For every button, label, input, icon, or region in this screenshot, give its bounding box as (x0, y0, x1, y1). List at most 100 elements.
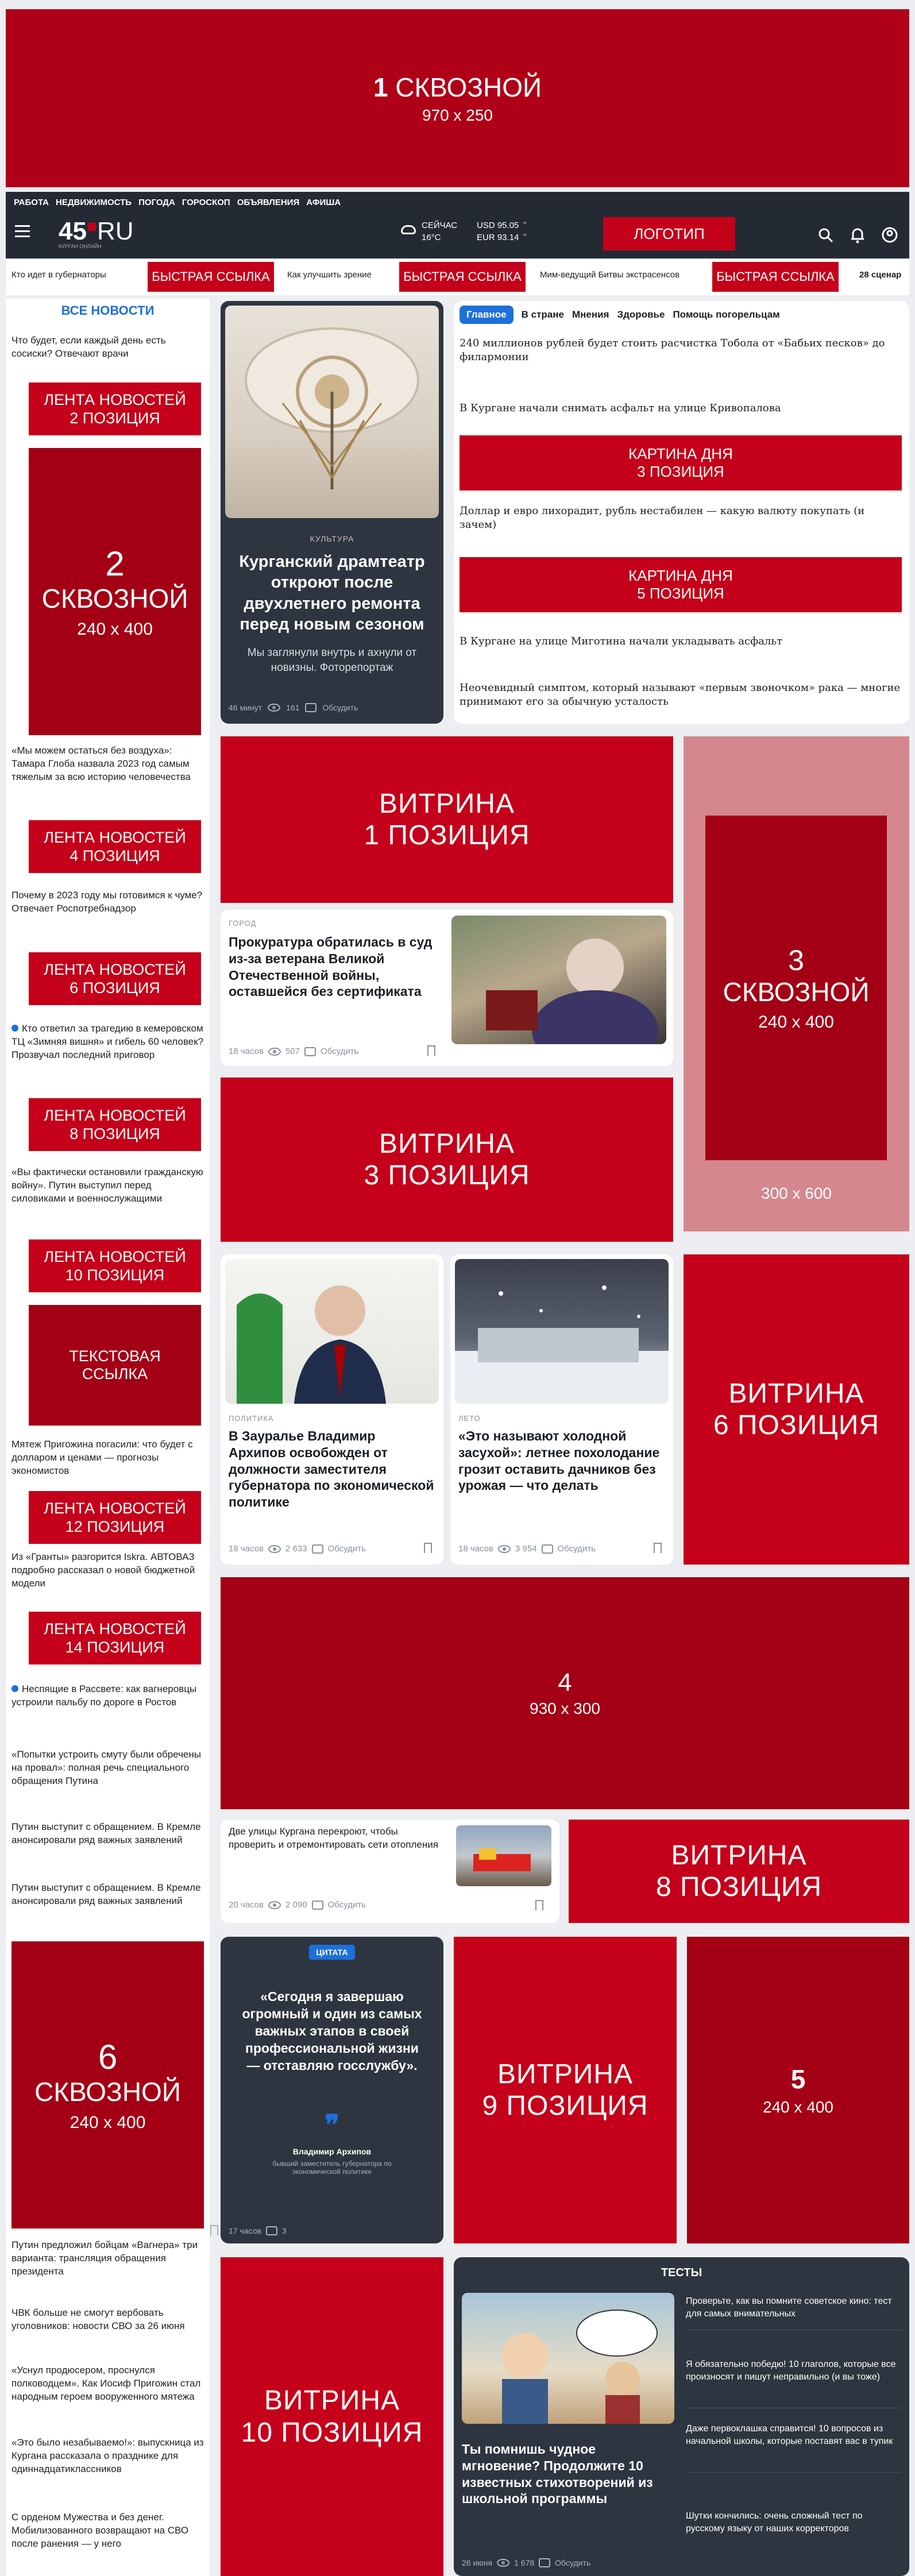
site-header: РАБОТА НЕДВИЖИМОСТЬ ПОГОДА ГОРОСКОП ОБЪЯ… (6, 192, 909, 258)
bookmark-icon[interactable] (654, 1543, 662, 1553)
story-comments[interactable]: Обсудить (328, 1544, 366, 1554)
quicklink-ad-3[interactable]: БЫСТРАЯ ССЫЛКА (712, 262, 839, 292)
nav-horoscope[interactable]: ГОРОСКОП (182, 198, 230, 207)
headline[interactable]: Неочевидный симптом, который называют «п… (460, 681, 902, 709)
story-comments[interactable]: Обсудить (558, 1544, 596, 1554)
vitrina-8[interactable]: ВИТРИНА 8 ПОЗИЦИЯ (569, 1820, 909, 1923)
news-item[interactable]: Путин выступит с обращением. В Кремле ан… (11, 1821, 204, 1847)
tests-main-title[interactable]: Ты помнишь чудное мгновение? Продолжите … (462, 2441, 674, 2507)
bookmark-icon[interactable] (427, 1045, 435, 1056)
weather-widget[interactable]: СЕЙЧАС 16°C (422, 219, 457, 244)
story-card[interactable]: Две улицы Кургана перекроют, чтобы прове… (221, 1820, 559, 1923)
text-link-ad[interactable]: ТЕКСТОВАЯ ССЫЛКА (29, 1305, 201, 1426)
vitrina-6[interactable]: ВИТРИНА 6 ПОЗИЦИЯ (684, 1254, 909, 1565)
tests-comments[interactable]: Обсудить (555, 2558, 590, 2567)
tab-health[interactable]: Здоровье (617, 306, 665, 324)
test-item[interactable]: Я обязательно победю! 10 глаголов, котор… (686, 2358, 901, 2383)
feature-card[interactable]: КУЛЬТУРА Курганский драмтеатр откроют по… (221, 301, 443, 724)
news-item[interactable]: Что будет, если каждый день есть сосиски… (11, 334, 204, 361)
vitrina-3[interactable]: ВИТРИНА 3 ПОЗИЦИЯ (221, 1077, 673, 1242)
vitrina-10[interactable]: ВИТРИНА 10 ПОЗИЦИЯ (221, 2257, 443, 2576)
comment-icon (541, 1544, 553, 1554)
story-comments[interactable]: Обсудить (328, 1900, 366, 1910)
headline[interactable]: В Кургане начали снимать асфальт на улиц… (460, 402, 902, 414)
story-card[interactable]: ГОРОД Прокуратура обратилась в суд из-за… (221, 910, 673, 1066)
ad-3-skvoznoy[interactable]: 3 СКВОЗНОЙ 240 x 400 (705, 816, 887, 1160)
logo-ad-button[interactable]: ЛОГОТИП (603, 217, 735, 250)
bookmark-icon[interactable] (210, 2225, 218, 2235)
quote-card[interactable]: ЦИТАТА «Сегодня я завершаю огромный и од… (210, 1937, 443, 2243)
headline[interactable]: 240 миллионов рублей будет стоить расчис… (460, 337, 902, 365)
test-item[interactable]: Проверьте, как вы помните советское кино… (686, 2295, 901, 2320)
quicklink-ad-2[interactable]: БЫСТРАЯ ССЫЛКА (399, 262, 526, 292)
story-card[interactable]: ПОЛИТИКА В Зауралье Владимир Архипов осв… (221, 1254, 443, 1565)
news-item[interactable]: Путин выступит с обращением. В Кремле ан… (11, 1882, 204, 1908)
feed-ad-10[interactable]: ЛЕНТА НОВОСТЕЙ 10 ПОЗИЦИЯ (29, 1239, 201, 1292)
vitrina-9[interactable]: ВИТРИНА 9 ПОЗИЦИЯ (454, 1937, 677, 2243)
nav-realty[interactable]: НЕДВИЖИМОСТЬ (56, 198, 132, 207)
feed-ad-2[interactable]: ЛЕНТА НОВОСТЕЙ 2 ПОЗИЦИЯ (29, 383, 201, 435)
tab-main[interactable]: Главное (460, 306, 514, 324)
bell-icon[interactable] (850, 226, 865, 244)
bookmark-icon[interactable] (535, 1900, 543, 1910)
ad-2-skvoznoy[interactable]: 2 СКВОЗНОЙ 240 x 400 (29, 448, 201, 735)
news-item[interactable]: Из «Гранты» разгорится Iskra. АВТОВАЗ по… (11, 1551, 204, 1590)
vitrina-1[interactable]: ВИТРИНА 1 ПОЗИЦИЯ (221, 736, 673, 903)
nav-work[interactable]: РАБОТА (14, 198, 49, 207)
ad-4-skvoznoy[interactable]: 4 930 x 300 (221, 1577, 909, 1809)
quicklink-1[interactable]: Кто идет в губернаторы (11, 270, 132, 280)
news-item[interactable]: ЧВК больше не смогут вербовать уголовник… (11, 2307, 204, 2333)
user-icon[interactable] (881, 226, 898, 244)
search-icon[interactable] (818, 227, 834, 244)
feed-ad-14[interactable]: ЛЕНТА НОВОСТЕЙ 14 ПОЗИЦИЯ (29, 1612, 201, 1664)
tab-opinions[interactable]: Мнения (572, 306, 609, 324)
feed-ad-12[interactable]: ЛЕНТА НОВОСТЕЙ 12 ПОЗИЦИЯ (29, 1491, 201, 1544)
kartina-dnya-3[interactable]: КАРТИНА ДНЯ 3 ПОЗИЦИЯ (460, 435, 902, 491)
kartina-dnya-5[interactable]: КАРТИНА ДНЯ 5 ПОЗИЦИЯ (460, 557, 902, 612)
nav-afisha[interactable]: АФИША (306, 198, 341, 207)
menu-icon[interactable] (15, 225, 30, 237)
top-ad-banner[interactable]: 1 СКВОЗНОЙ 970 x 250 (6, 9, 909, 187)
news-item[interactable]: «Уснул продюсером, проснулся полководцем… (11, 2364, 204, 2404)
quicklink-ad-1[interactable]: БЫСТРАЯ ССЫЛКА (148, 262, 274, 292)
test-item[interactable]: Шутки кончились: очень сложный тест по р… (686, 2510, 901, 2535)
news-item[interactable]: «Это было незабываемо!»: выпускница из К… (11, 2436, 204, 2476)
ad-number: 2 (105, 544, 125, 584)
story-comments[interactable]: Обсудить (321, 1046, 358, 1056)
logo[interactable]: 45 RU КУРГАН ОНЛАЙН (59, 217, 134, 249)
ad-6-skvoznoy[interactable]: 6 СКВОЗНОЙ 240 x 400 (11, 1941, 204, 2229)
news-item[interactable]: Путин предложил бойцам «Вагнера» три вар… (11, 2239, 204, 2278)
quicklink-3[interactable]: Мим-ведущий Битвы экстрасенсов (540, 270, 712, 280)
bookmark-icon[interactable] (424, 1543, 432, 1553)
news-item[interactable]: Неспящие в Рассвете: как вагнеровцы устр… (11, 1683, 204, 1709)
ad-3-outer[interactable]: 3 СКВОЗНОЙ 240 x 400 300 x 600 (684, 736, 909, 1231)
headline[interactable]: В Кургане на улице Миготина начали уклад… (460, 635, 902, 647)
tab-country[interactable]: В стране (522, 306, 564, 324)
news-item[interactable]: Почему в 2023 году мы готовимся к чуме? … (11, 889, 204, 916)
ad-number: 4 (558, 1669, 572, 1697)
story-card[interactable]: ЛЕТО «Это называют холодной засухой»: ле… (450, 1254, 673, 1565)
tab-help[interactable]: Помощь погорельцам (673, 306, 779, 324)
feature-comments[interactable]: Обсудить (322, 703, 358, 712)
news-item[interactable]: «Мы можем остаться без воздуха»: Тамара … (11, 744, 204, 784)
news-item[interactable]: С орденом Мужества и без денег. Мобилизо… (11, 2511, 204, 2551)
ad-number: 6 (98, 2038, 118, 2077)
news-item[interactable]: Мятеж Пригожина погасили: что будет с до… (11, 1438, 204, 1478)
currency-widget[interactable]: USD 95.05 ⌃ EUR 93.14 ⌃ (477, 219, 528, 244)
feed-ad-6[interactable]: ЛЕНТА НОВОСТЕЙ 6 ПОЗИЦИЯ (29, 952, 201, 1005)
headline[interactable]: Доллар и евро лихорадит, рубль нестабиле… (460, 504, 902, 532)
news-item[interactable]: Кто ответил за трагедию в кемеровском ТЦ… (11, 1022, 204, 1062)
nav-ads[interactable]: ОБЪЯВЛЕНИЯ (237, 198, 300, 207)
nav-weather[interactable]: ПОГОДА (138, 198, 175, 207)
test-item[interactable]: Даже первоклашка справится! 10 вопросов … (686, 2423, 901, 2447)
news-item[interactable]: «Попытки устроить смуту были обречены на… (11, 1748, 204, 1788)
news-item[interactable]: «Вы фактически остановили гражданскую во… (11, 1166, 204, 1206)
quote-comments[interactable]: 3 (282, 2226, 287, 2235)
quicklink-2[interactable]: Как улучшить зрение (287, 270, 402, 280)
eur-rate: EUR 93.14 (477, 233, 519, 242)
quicklink-4[interactable]: 28 сценар (859, 270, 901, 280)
ad-5[interactable]: 5 240 x 400 (687, 1937, 909, 2243)
feed-ad-4[interactable]: ЛЕНТА НОВОСТЕЙ 4 ПОЗИЦИЯ (29, 820, 201, 873)
sidebar-title[interactable]: ВСЕ НОВОСТИ (11, 303, 204, 318)
feed-ad-8[interactable]: ЛЕНТА НОВОСТЕЙ 8 ПОЗИЦИЯ (29, 1098, 201, 1151)
